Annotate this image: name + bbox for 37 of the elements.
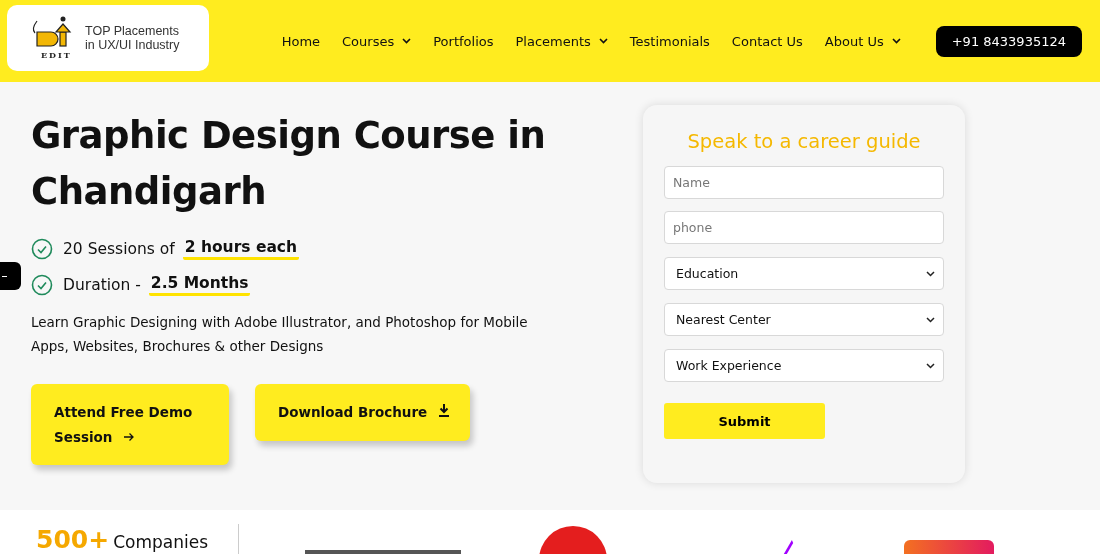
feature-highlight: 2 hours each	[182, 238, 300, 260]
side-tab[interactable]	[0, 262, 21, 290]
select-field[interactable]: Education	[664, 257, 944, 290]
cta-button[interactable]: Download Brochure	[255, 384, 470, 441]
nav-link[interactable]: Placements	[504, 33, 619, 49]
download-icon	[437, 403, 450, 417]
chevron-down-icon	[926, 270, 935, 277]
nav-link[interactable]: Courses	[331, 33, 423, 49]
feature-text: 20 Sessions of	[63, 240, 175, 258]
text-field[interactable]: Name	[664, 166, 944, 199]
nav-link[interactable]: About Us	[813, 33, 912, 49]
feature-text: Duration -	[63, 276, 141, 294]
phone-button[interactable]: +91 8433935124	[935, 25, 1082, 57]
logo-tagline: TOP Placements	[85, 24, 180, 38]
logo-wordmark: EDIT	[41, 50, 72, 60]
nav-link[interactable]: Contact Us	[720, 33, 814, 49]
arrow-right-icon	[123, 431, 136, 442]
chevron-down-icon	[926, 316, 935, 323]
text-field[interactable]: phone	[664, 211, 944, 244]
submit-button[interactable]: Submit	[664, 403, 825, 439]
logo-card[interactable]: EDIT TOP Placements in UX/UI Industry	[7, 5, 209, 71]
page-title: Graphic Design Course in Chandigarh	[31, 113, 547, 215]
companies-count: 500+	[36, 524, 110, 554]
chevron-down-icon	[926, 362, 935, 369]
nav-link[interactable]: Portfolios	[422, 33, 505, 49]
course-description: Learn Graphic Designing with Adobe Illustrator, and Photoshop for Mobile Apps, Websites, Brochures & other Designs	[31, 313, 529, 356]
feature-highlight: 2.5 Months	[148, 274, 251, 296]
cta-button[interactable]: Attend Free Demo Session	[31, 384, 229, 465]
check-circle-icon	[31, 238, 53, 260]
select-field[interactable]: Work Experience	[664, 349, 944, 382]
nav-link[interactable]: Home	[270, 33, 332, 49]
form-title: Speak to a career guide	[686, 130, 922, 153]
logo-tagline: in UX/UI Industry	[85, 38, 180, 52]
select-field[interactable]: Nearest Center	[664, 303, 944, 336]
nav-link[interactable]: Testimonials	[618, 33, 721, 49]
companies-label: Companies	[113, 531, 208, 552]
check-circle-icon	[31, 274, 53, 296]
